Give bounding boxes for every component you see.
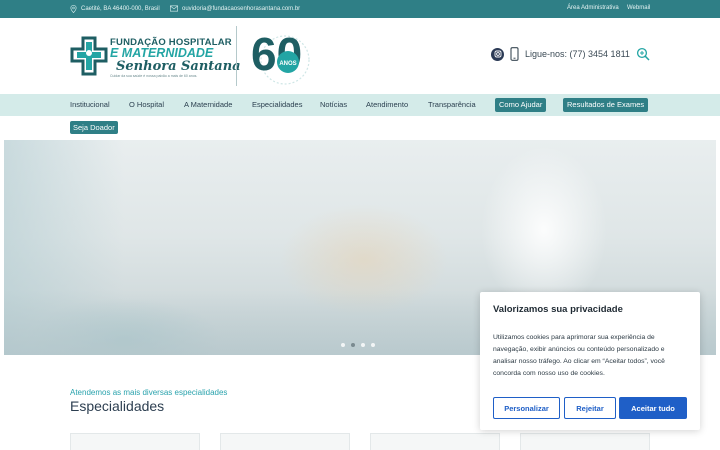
specialty-card[interactable] xyxy=(520,433,650,450)
contact-block: Ligue-nos: (77) 3454 1811 xyxy=(491,47,630,61)
email-link[interactable]: ouvidoria@fundacaosenhorasantana.com.br xyxy=(182,6,300,12)
address-item: Caetité, BA 46400-000, Brasil xyxy=(70,5,160,13)
header: FUNDAÇÃO HOSPITALAR E MATERNIDADE Senhor… xyxy=(0,18,720,94)
nav-button-resultados-exames[interactable]: Resultados de Exames xyxy=(563,97,649,112)
cookie-consent-dialog: Valorizamos sua privacidade Utilizamos c… xyxy=(480,292,700,430)
phone-icon xyxy=(510,47,519,61)
specialty-card[interactable] xyxy=(70,433,200,450)
nav-item-a-maternidade[interactable]: A Maternidade xyxy=(184,100,232,109)
slider-dots xyxy=(341,343,375,347)
location-pin-icon xyxy=(70,5,77,13)
logo-line2: E MATERNIDADE xyxy=(110,46,214,60)
logo-line3: Senhora Santana xyxy=(116,59,241,74)
cookie-body: Utilizamos cookies para aprimorar sua ex… xyxy=(493,334,665,377)
nav-item-institucional[interactable]: Institucional xyxy=(70,100,110,109)
nav-button-seja-doador[interactable]: Seja Doador xyxy=(70,121,118,134)
cross-logo-icon xyxy=(70,36,108,76)
anniversary-badge: 60 ANOS xyxy=(245,22,317,90)
reject-button[interactable]: Rejeitar xyxy=(564,397,616,419)
instagram-icon[interactable] xyxy=(491,47,504,61)
logo-tagline: Cuidar da sua saúde é nossa paixão a mai… xyxy=(110,74,198,78)
phone-label[interactable]: Ligue-nos: (77) 3454 1811 xyxy=(525,49,630,59)
accept-all-button[interactable]: Aceitar tudo xyxy=(619,397,687,419)
logo[interactable]: FUNDAÇÃO HOSPITALAR E MATERNIDADE Senhor… xyxy=(70,36,241,80)
webmail-link[interactable]: Webmail xyxy=(627,5,650,11)
admin-link[interactable]: Área Administrativa xyxy=(567,5,619,11)
nav-button-como-ajudar[interactable]: Como Ajudar xyxy=(495,97,547,112)
logo-divider xyxy=(236,26,237,86)
slider-dot[interactable] xyxy=(371,343,375,347)
specialties-title: Especialidades xyxy=(70,398,165,414)
specialties-subtitle: Atendemos as mais diversas especialidade… xyxy=(70,388,228,397)
nav-item-atendimento[interactable]: Atendimento xyxy=(366,100,408,109)
top-bar: Caetité, BA 46400-000, Brasil ouvidoria@… xyxy=(0,0,720,18)
specialty-card[interactable] xyxy=(220,433,350,450)
cookie-title: Valorizamos sua privacidade xyxy=(493,304,623,315)
anniversary-word: ANOS xyxy=(279,61,296,67)
address-text: Caetité, BA 46400-000, Brasil xyxy=(81,6,160,12)
nav-item-o-hospital[interactable]: O Hospital xyxy=(129,100,164,109)
nav-item-especialidades[interactable]: Especialidades xyxy=(252,100,302,109)
nav-item-noticias[interactable]: Notícias xyxy=(320,100,347,109)
mail-icon xyxy=(170,5,178,12)
slider-dot[interactable] xyxy=(361,343,365,347)
email-item[interactable]: ouvidoria@fundacaosenhorasantana.com.br xyxy=(170,5,300,12)
slider-dot-active[interactable] xyxy=(351,343,355,347)
search-icon[interactable] xyxy=(636,47,650,61)
nav-item-transparencia[interactable]: Transparência xyxy=(428,100,476,109)
admin-item[interactable]: Área Administrativa xyxy=(567,5,619,11)
slider-dot[interactable] xyxy=(341,343,345,347)
specialty-card[interactable] xyxy=(370,433,500,450)
main-nav: Institucional O Hospital A Maternidade E… xyxy=(0,94,720,116)
webmail-item[interactable]: Webmail xyxy=(627,5,650,11)
customize-button[interactable]: Personalizar xyxy=(493,397,560,419)
anniversary-60-icon: 60 ANOS xyxy=(251,28,310,85)
